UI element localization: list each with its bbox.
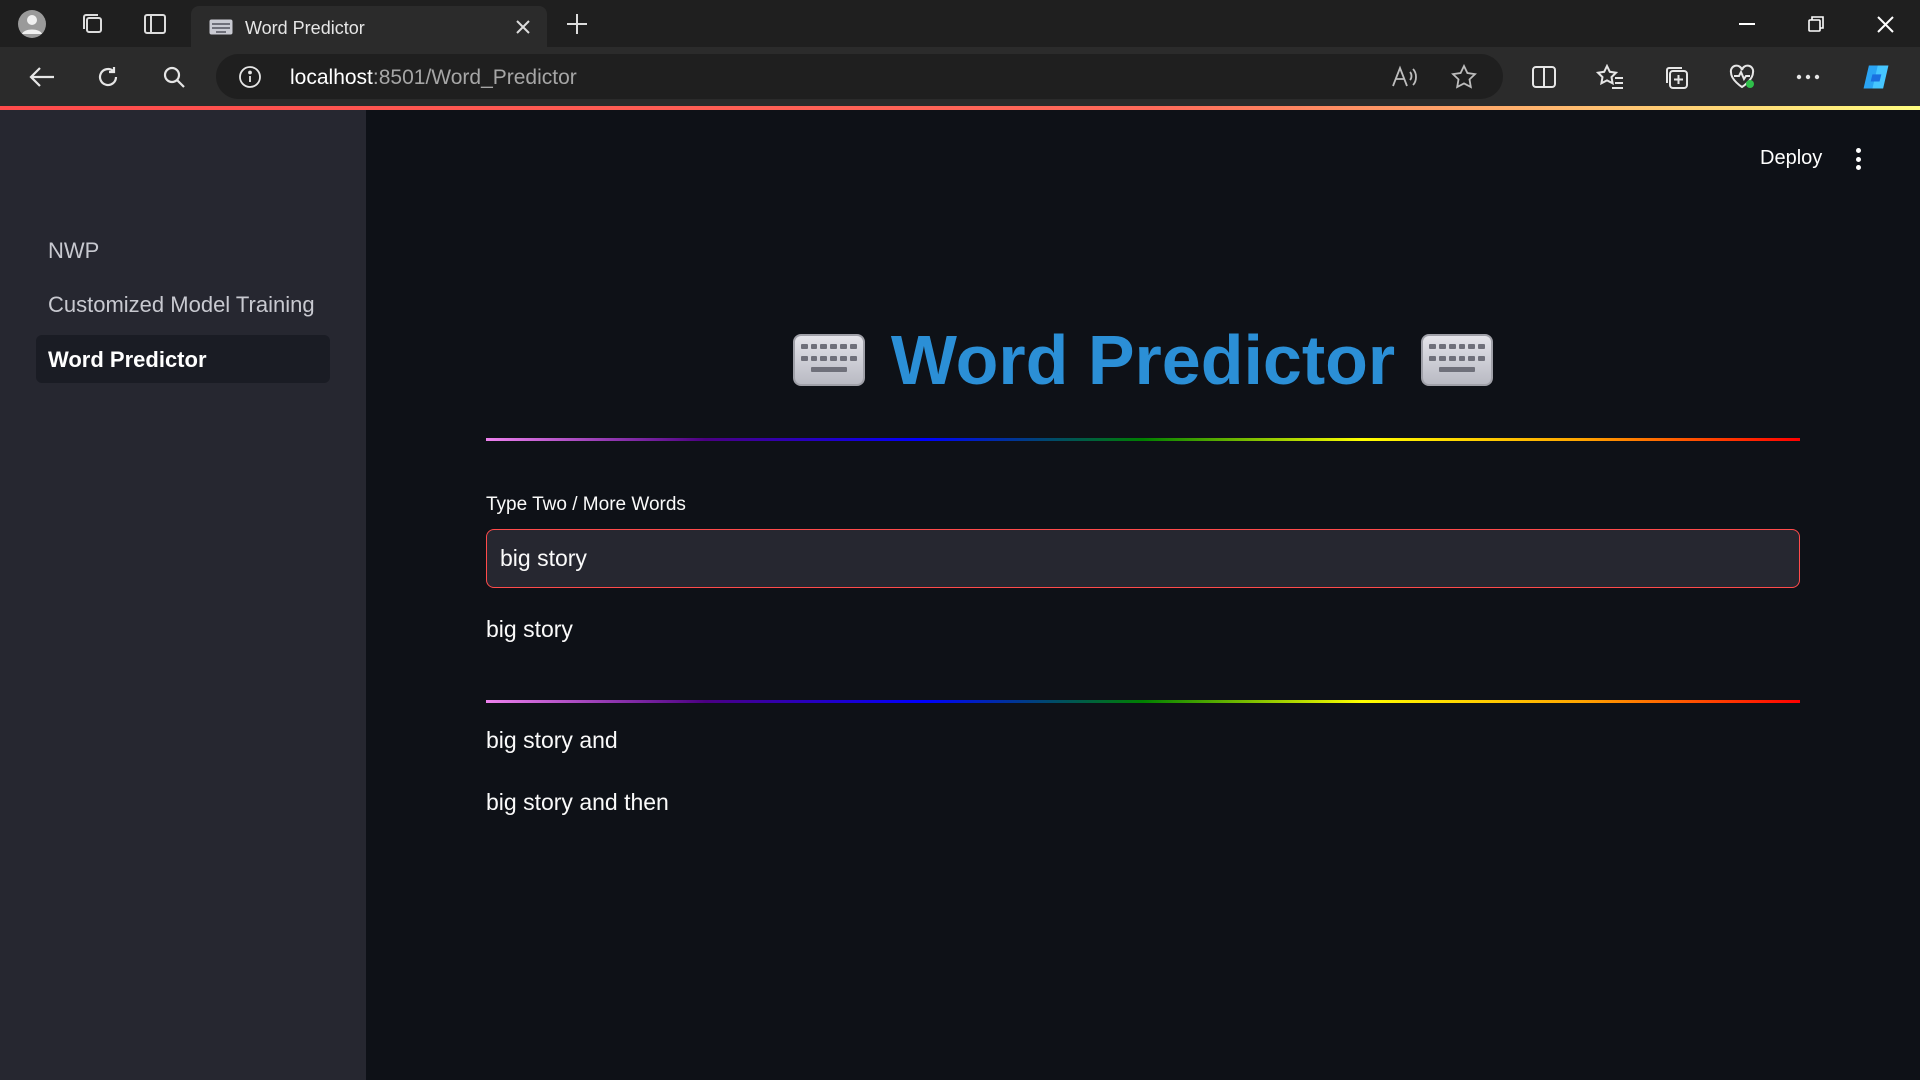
prediction-item: big story and then — [486, 789, 669, 815]
page-title: Word Predictor — [890, 321, 1396, 399]
close-window-icon[interactable] — [1869, 8, 1901, 40]
address-bar[interactable]: localhost:8501/Word_Predictor — [216, 54, 1503, 99]
sidebar-item-nwp[interactable]: NWP — [36, 226, 330, 274]
url-host: localhost — [290, 66, 373, 89]
settings-more-icon[interactable] — [1792, 61, 1824, 93]
sidebar-item-word-predictor[interactable]: Word Predictor — [36, 335, 330, 383]
read-aloud-icon[interactable] — [1388, 61, 1420, 93]
keyboard-favicon-icon — [209, 19, 233, 40]
main-menu-icon[interactable] — [1848, 146, 1868, 172]
browser-tab[interactable]: Word Predictor — [191, 6, 547, 48]
site-info-icon[interactable] — [238, 65, 262, 94]
url-path: :8501/Word_Predictor — [372, 66, 577, 89]
words-input-label: Type Two / More Words — [486, 494, 686, 515]
rainbow-divider — [486, 700, 1800, 703]
echo-text: big story — [486, 616, 573, 642]
deploy-button[interactable]: Deploy — [1760, 147, 1822, 170]
sidebar: NWP Customized Model Training Word Predi… — [0, 110, 366, 1080]
profile-icon[interactable] — [16, 8, 48, 40]
close-tab-icon[interactable] — [512, 16, 534, 38]
keyboard-icon — [792, 334, 865, 386]
page-title-row: Word Predictor — [486, 310, 1800, 410]
sidebar-item-customized-model-training[interactable]: Customized Model Training — [36, 280, 330, 328]
refresh-icon[interactable] — [92, 61, 124, 93]
browser-essentials-icon[interactable] — [1726, 61, 1758, 93]
collections-icon[interactable] — [1660, 61, 1692, 93]
restore-icon[interactable] — [1800, 8, 1832, 40]
favorites-icon[interactable] — [1594, 61, 1626, 93]
prediction-item: big story and — [486, 727, 618, 753]
tab-actions-icon[interactable] — [139, 8, 171, 40]
minimize-icon[interactable] — [1731, 8, 1763, 40]
keyboard-icon — [1421, 334, 1494, 386]
tab-title: Word Predictor — [245, 18, 365, 38]
rainbow-divider — [486, 438, 1800, 441]
favorite-star-icon[interactable] — [1448, 61, 1480, 93]
words-input[interactable] — [486, 529, 1800, 588]
split-screen-icon[interactable] — [1528, 61, 1560, 93]
browser-toolbar: localhost:8501/Word_Predictor — [0, 47, 1920, 106]
workspaces-icon[interactable] — [77, 8, 109, 40]
new-tab-icon[interactable] — [561, 8, 593, 40]
main-content: Deploy Word Predictor Type Two / More Wo… — [366, 110, 1920, 1080]
browser-tab-strip: Word Predictor — [0, 0, 1920, 48]
back-arrow-icon[interactable] — [26, 61, 58, 93]
search-icon[interactable] — [158, 61, 190, 93]
url-text[interactable]: localhost:8501/Word_Predictor — [290, 66, 577, 90]
copilot-icon[interactable] — [1860, 61, 1892, 93]
